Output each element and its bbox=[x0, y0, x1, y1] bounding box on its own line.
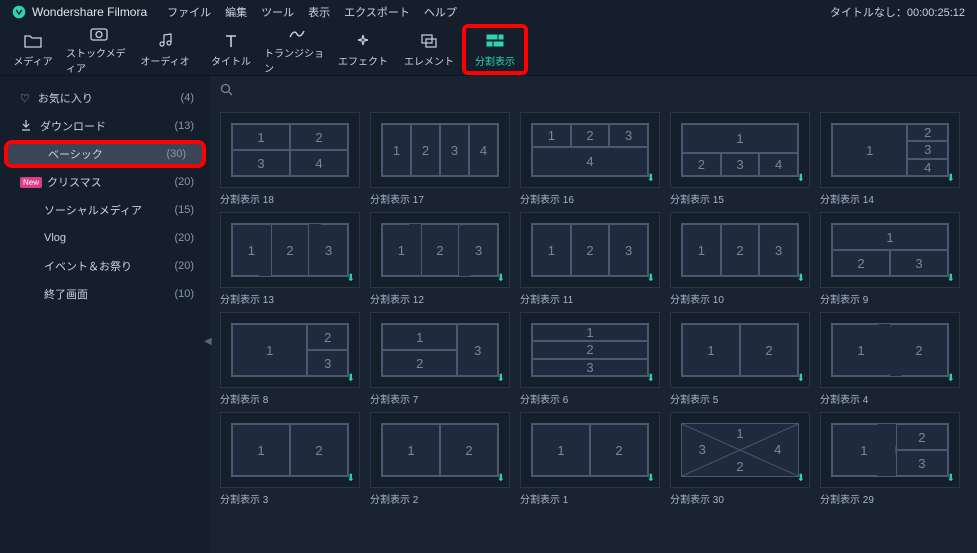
tile-30[interactable]: 1 3 4 2 ⬇ 分割表示 30 bbox=[670, 412, 810, 506]
download-icon[interactable]: ⬇ bbox=[347, 373, 355, 384]
download-icon[interactable]: ⬇ bbox=[797, 273, 805, 284]
split-icon bbox=[486, 31, 504, 51]
download-icon[interactable]: ⬇ bbox=[647, 473, 655, 484]
search-input[interactable] bbox=[239, 85, 967, 97]
download-icon[interactable]: ⬇ bbox=[347, 473, 355, 484]
searchbar bbox=[210, 76, 977, 106]
download-icon[interactable]: ⬇ bbox=[947, 473, 955, 484]
heart-icon: ♡ bbox=[20, 92, 30, 105]
tile-16[interactable]: 1 2 3 4 ⬇ 分割表示 16 bbox=[520, 112, 660, 206]
sidebar-event[interactable]: イベント＆お祭り (20) bbox=[0, 252, 210, 280]
toolbar: メディア ストックメディア オーディオ タイトル トランジション エフェクト エ… bbox=[0, 24, 977, 76]
music-icon bbox=[157, 31, 173, 51]
new-badge: New bbox=[20, 177, 42, 188]
menu-help[interactable]: ヘルプ bbox=[424, 4, 457, 20]
tile-2[interactable]: 1 2 ⬇ 分割表示 2 bbox=[370, 412, 510, 506]
tool-title[interactable]: タイトル bbox=[198, 24, 264, 75]
tile-8[interactable]: 1 2 3 ⬇ 分割表示 8 bbox=[220, 312, 360, 406]
sidebar: ♡ お気に入り (4) ダウンロード (13) ベーシック (30) New ク… bbox=[0, 76, 210, 553]
menu-edit[interactable]: 編集 bbox=[225, 4, 247, 20]
tile-9[interactable]: 1 2 3 ⬇ 分割表示 9 bbox=[820, 212, 960, 306]
tool-effect[interactable]: エフェクト bbox=[330, 24, 396, 75]
tool-stock[interactable]: ストックメディア bbox=[66, 24, 132, 75]
sidebar-favorites[interactable]: ♡ お気に入り (4) bbox=[0, 84, 210, 112]
menu-export[interactable]: エクスポート bbox=[344, 4, 410, 20]
tool-transition[interactable]: トランジション bbox=[264, 24, 330, 75]
tile-17[interactable]: 1 2 3 4 分割表示 17 bbox=[370, 112, 510, 206]
main-menu: ファイル 編集 ツール 表示 エクスポート ヘルプ bbox=[167, 4, 457, 20]
sidebar-basic-active[interactable]: ベーシック (30) bbox=[4, 140, 206, 168]
tool-element[interactable]: エレメント bbox=[396, 24, 462, 75]
download-icon[interactable]: ⬇ bbox=[497, 373, 505, 384]
download-icon[interactable]: ⬇ bbox=[947, 373, 955, 384]
tile-4[interactable]: 1 2 ⬇ 分割表示 4 bbox=[820, 312, 960, 406]
tile-10[interactable]: 1 2 3 ⬇ 分割表示 10 bbox=[670, 212, 810, 306]
menu-tools[interactable]: ツール bbox=[261, 4, 294, 20]
download-icon[interactable]: ⬇ bbox=[647, 373, 655, 384]
tile-18[interactable]: 1 2 3 4 分割表示 18 bbox=[220, 112, 360, 206]
download-icon[interactable]: ⬇ bbox=[497, 473, 505, 484]
search-icon bbox=[220, 83, 233, 99]
template-grid: 1 2 3 4 分割表示 18 1 2 3 4 分割表示 17 bbox=[210, 106, 977, 553]
tile-1[interactable]: 1 2 ⬇ 分割表示 1 bbox=[520, 412, 660, 506]
tile-14[interactable]: 1 2 3 4 ⬇ 分割表示 14 bbox=[820, 112, 960, 206]
sidebar-social[interactable]: ソーシャルメディア (15) bbox=[0, 196, 210, 224]
download-icon[interactable]: ⬇ bbox=[947, 273, 955, 284]
sidebar-christmas[interactable]: New クリスマス (20) bbox=[0, 168, 210, 196]
tile-6[interactable]: 1 2 3 ⬇ 分割表示 6 bbox=[520, 312, 660, 406]
download-icon[interactable]: ⬇ bbox=[797, 473, 805, 484]
tile-3[interactable]: 1 2 ⬇ 分割表示 3 bbox=[220, 412, 360, 506]
camera-icon bbox=[89, 24, 109, 43]
download-icon bbox=[20, 119, 32, 134]
text-icon bbox=[223, 31, 239, 51]
folder-icon bbox=[24, 31, 42, 51]
download-icon[interactable]: ⬇ bbox=[647, 173, 655, 184]
menu-view[interactable]: 表示 bbox=[308, 4, 330, 20]
tile-11[interactable]: 1 2 3 ⬇ 分割表示 11 bbox=[520, 212, 660, 306]
download-icon[interactable]: ⬇ bbox=[947, 173, 955, 184]
collapse-icon[interactable]: ◀ bbox=[204, 336, 212, 347]
tile-29[interactable]: 1 2 3 ⬇ 分割表示 29 bbox=[820, 412, 960, 506]
tool-split-active[interactable]: 分割表示 bbox=[462, 24, 528, 75]
menu-file[interactable]: ファイル bbox=[167, 4, 211, 20]
titlebar: Wondershare Filmora ファイル 編集 ツール 表示 エクスポー… bbox=[0, 0, 977, 24]
content-area: 1 2 3 4 分割表示 18 1 2 3 4 分割表示 17 bbox=[210, 76, 977, 553]
sidebar-vlog[interactable]: Vlog (20) bbox=[0, 224, 210, 252]
tile-15[interactable]: 1 2 3 4 ⬇ 分割表示 15 bbox=[670, 112, 810, 206]
project-status: タイトルなし：00:00:25:12 bbox=[830, 4, 965, 20]
tool-audio[interactable]: オーディオ bbox=[132, 24, 198, 75]
download-icon[interactable]: ⬇ bbox=[797, 173, 805, 184]
sparkle-icon bbox=[355, 31, 371, 51]
download-icon[interactable]: ⬇ bbox=[647, 273, 655, 284]
download-icon[interactable]: ⬇ bbox=[347, 273, 355, 284]
tile-13[interactable]: 1 2 3 ⬇ 分割表示 13 bbox=[220, 212, 360, 306]
download-icon[interactable]: ⬇ bbox=[497, 273, 505, 284]
download-icon[interactable]: ⬇ bbox=[797, 373, 805, 384]
sidebar-endscreen[interactable]: 終了画面 (10) bbox=[0, 280, 210, 308]
sidebar-download[interactable]: ダウンロード (13) bbox=[0, 112, 210, 140]
tool-media[interactable]: メディア bbox=[0, 24, 66, 75]
tile-12[interactable]: 1 2 3 ⬇ 分割表示 12 bbox=[370, 212, 510, 306]
transition-icon bbox=[288, 24, 306, 43]
tile-5[interactable]: 1 2 ⬇ 分割表示 5 bbox=[670, 312, 810, 406]
layers-icon bbox=[420, 31, 438, 51]
app-name: Wondershare Filmora bbox=[32, 5, 147, 19]
app-logo-icon bbox=[12, 5, 26, 19]
tile-7[interactable]: 1 2 3 ⬇ 分割表示 7 bbox=[370, 312, 510, 406]
